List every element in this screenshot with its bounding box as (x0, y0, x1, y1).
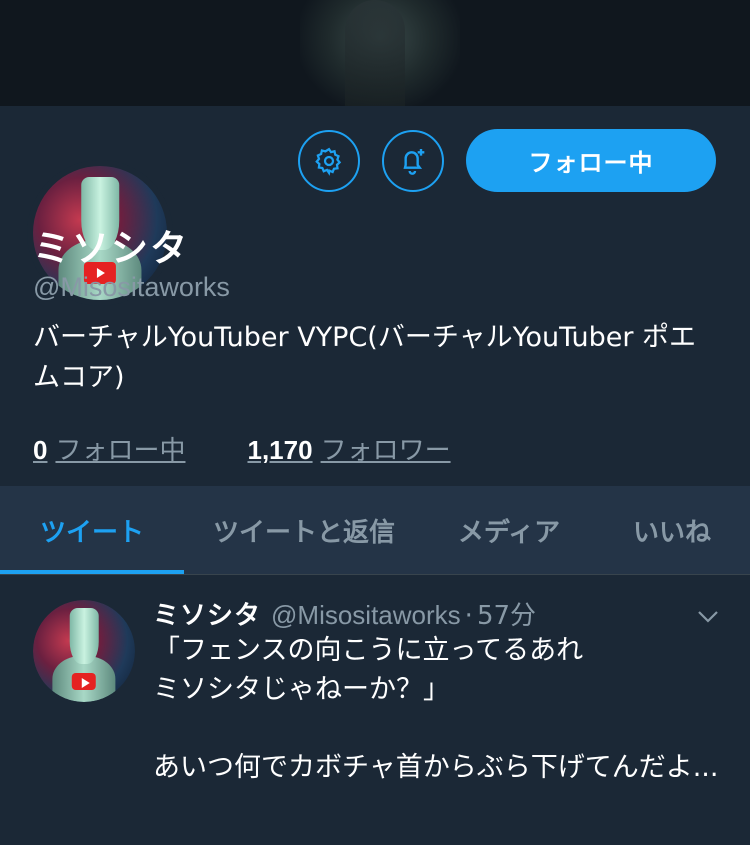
profile-tabs: ツイート ツイートと返信 メディア いいね (0, 486, 750, 575)
notifications-button[interactable] (382, 130, 444, 192)
tweet-avatar[interactable] (33, 600, 135, 702)
tweet-item[interactable]: ミソシタ @Misositaworks · 57分 「フェンスの向こうに立ってる… (0, 575, 750, 845)
profile-stats: 0 フォロー中 1,170 フォロワー (33, 430, 513, 467)
following-label: フォロー中 (55, 436, 186, 466)
following-stat[interactable]: 0 フォロー中 (33, 430, 185, 467)
profile-handle: @Misositaworks (33, 272, 230, 302)
tab-tweets-replies[interactable]: ツイートと返信 (184, 486, 424, 574)
profile-name: ミソシタ (33, 227, 189, 270)
following-button[interactable]: フォロー中 (466, 129, 716, 192)
profile-banner[interactable] (0, 0, 750, 106)
tweet-text: 「フェンスの向こうに立ってるあれ ミソシタじゃねーか？」 あいつ何でカボチャ首か… (153, 635, 719, 783)
followers-stat[interactable]: 1,170 フォロワー (247, 430, 450, 467)
tab-media[interactable]: メディア (424, 486, 594, 574)
youtube-icon (71, 673, 97, 690)
bell-plus-icon (403, 149, 425, 175)
banner-figure (345, 0, 405, 106)
followers-count: 1,170 (247, 435, 313, 465)
following-count: 0 (33, 435, 48, 465)
tweet-header: ミソシタ @Misositaworks · 57分 (153, 595, 536, 632)
gear-icon (315, 147, 342, 176)
chevron-down-icon[interactable] (696, 607, 720, 627)
tab-likes[interactable]: いいね (594, 486, 750, 574)
tweet-author-handle[interactable]: @Misositaworks (271, 600, 461, 631)
profile-bio: バーチャルYouTuber VYPC(バーチャルYouTuber ポエムコア) (33, 322, 697, 393)
tweet-author-name[interactable]: ミソシタ (153, 595, 261, 632)
profile-header: フォロー中 ミソシタ @Misositaworks バーチャルYouTuber … (0, 106, 750, 486)
settings-button[interactable] (298, 130, 360, 192)
tweet-separator: · (464, 601, 473, 631)
tweet-timestamp: 57分 (476, 601, 537, 631)
followers-label: フォロワー (320, 436, 451, 466)
tab-tweets[interactable]: ツイート (0, 486, 184, 574)
